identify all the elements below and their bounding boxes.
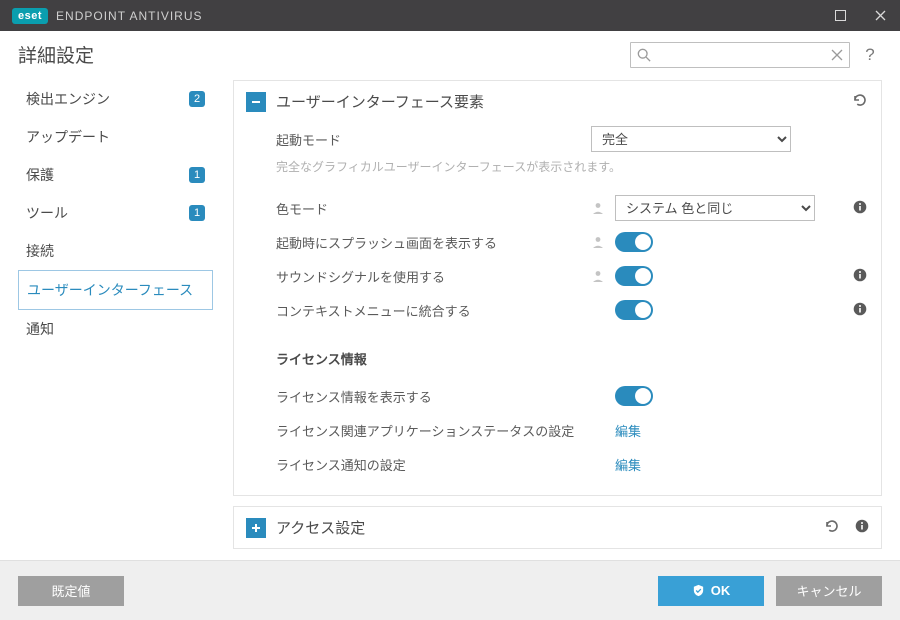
row-label: ライセンス通知の設定 (276, 455, 591, 474)
section-license-heading: ライセンス情報 (276, 349, 869, 379)
sidebar-item-label: 検出エンジン (26, 89, 183, 109)
sidebar-item-connection[interactable]: 接続 (18, 232, 213, 270)
sidebar-item-tools[interactable]: ツール 1 (18, 194, 213, 232)
defaults-button[interactable]: 既定値 (18, 576, 124, 606)
panel-header: アクセス設定 (234, 507, 881, 548)
context-toggle[interactable] (615, 300, 653, 320)
start-mode-hint: 完全なグラフィカルユーザーインターフェースが表示されます。 (276, 158, 869, 175)
ok-button[interactable]: OK (658, 576, 764, 606)
row-start-mode: 起動モード 完全 (276, 122, 869, 156)
row-license-show: ライセンス情報を表示する (276, 379, 869, 413)
sidebar-item-detection-engine[interactable]: 検出エンジン 2 (18, 80, 213, 118)
main-content: ユーザーインターフェース要素 起動モード 完全 (213, 74, 882, 560)
undo-icon (823, 517, 841, 535)
info-button[interactable] (853, 268, 867, 285)
search-icon (637, 48, 651, 62)
close-icon (875, 10, 886, 21)
panel-title: ユーザーインターフェース要素 (276, 91, 851, 112)
info-icon (853, 268, 867, 282)
panel-access-settings: アクセス設定 (233, 506, 882, 549)
cancel-button[interactable]: キャンセル (776, 576, 882, 606)
plus-icon (251, 523, 261, 533)
expand-toggle[interactable] (246, 518, 266, 538)
window-close-button[interactable] (860, 0, 900, 31)
row-label: サウンドシグナルを使用する (276, 267, 591, 286)
row-color-mode: 色モード システム 色と同じ (276, 191, 869, 225)
sidebar-item-label: 接続 (26, 241, 205, 261)
license-show-toggle[interactable] (615, 386, 653, 406)
info-icon (855, 519, 869, 533)
square-icon (835, 10, 846, 21)
info-button[interactable] (853, 200, 867, 217)
person-icon (591, 201, 605, 215)
row-sound: サウンドシグナルを使用する (276, 259, 869, 293)
undo-button[interactable] (823, 517, 841, 538)
brand-badge: eset (12, 8, 48, 24)
info-button[interactable] (853, 302, 867, 319)
splash-toggle[interactable] (615, 232, 653, 252)
ok-label: OK (711, 583, 731, 598)
person-icon (591, 269, 605, 283)
sound-toggle[interactable] (615, 266, 653, 286)
shield-icon (692, 584, 705, 597)
policy-icon (591, 269, 605, 283)
window-maximize-button[interactable] (820, 0, 860, 31)
footer: 既定値 OK キャンセル (0, 560, 900, 620)
search-box[interactable] (630, 42, 850, 68)
panel-header: ユーザーインターフェース要素 (234, 81, 881, 116)
sidebar-badge: 1 (189, 167, 205, 183)
row-label: 起動モード (276, 130, 591, 149)
row-label: ライセンス関連アプリケーションステータスの設定 (276, 421, 591, 440)
panel-title: アクセス設定 (276, 517, 823, 538)
row-license-app-status: ライセンス関連アプリケーションステータスの設定 編集 (276, 413, 869, 447)
sidebar-badge: 1 (189, 205, 205, 221)
sidebar-item-label: 通知 (26, 319, 205, 339)
row-context-menu: コンテキストメニューに統合する (276, 293, 869, 327)
sidebar-item-update[interactable]: アップデート (18, 118, 213, 156)
edit-link[interactable]: 編集 (615, 455, 641, 474)
row-splash: 起動時にスプラッシュ画面を表示する (276, 225, 869, 259)
panel-body: 起動モード 完全 完全なグラフィカルユーザーインターフェースが表示されます。 色… (234, 116, 881, 495)
row-label: コンテキストメニューに統合する (276, 301, 591, 320)
sidebar-item-user-interface[interactable]: ユーザーインターフェース (18, 270, 213, 310)
person-icon (591, 235, 605, 249)
info-icon (853, 200, 867, 214)
undo-button[interactable] (851, 91, 869, 112)
sidebar-item-label: アップデート (26, 127, 205, 147)
undo-icon (851, 91, 869, 109)
start-mode-select[interactable]: 完全 (591, 126, 791, 152)
color-mode-select[interactable]: システム 色と同じ (615, 195, 815, 221)
help-button[interactable]: ? (858, 45, 882, 65)
info-button[interactable] (855, 519, 869, 536)
sidebar-item-label: ツール (26, 203, 183, 223)
minus-icon (251, 97, 261, 107)
row-label: 色モード (276, 199, 591, 218)
sidebar-item-notification[interactable]: 通知 (18, 310, 213, 348)
row-license-notification: ライセンス通知の設定 編集 (276, 447, 869, 481)
collapse-toggle[interactable] (246, 92, 266, 112)
edit-link[interactable]: 編集 (615, 421, 641, 440)
search-input[interactable] (651, 46, 831, 63)
sidebar-item-protection[interactable]: 保護 1 (18, 156, 213, 194)
header: 詳細設定 ? (0, 31, 900, 74)
panel-ui-elements: ユーザーインターフェース要素 起動モード 完全 (233, 80, 882, 496)
sidebar-badge: 2 (189, 91, 205, 107)
info-icon (853, 302, 867, 316)
page-title: 詳細設定 (18, 41, 630, 68)
row-label: 起動時にスプラッシュ画面を表示する (276, 233, 591, 252)
brand-text: ENDPOINT ANTIVIRUS (56, 9, 202, 23)
policy-icon (591, 235, 605, 249)
policy-icon (591, 201, 605, 215)
sidebar-item-label: 保護 (26, 165, 183, 185)
row-label: ライセンス情報を表示する (276, 387, 591, 406)
clear-icon[interactable] (831, 49, 843, 61)
titlebar: eset ENDPOINT ANTIVIRUS (0, 0, 900, 31)
sidebar: 検出エンジン 2 アップデート 保護 1 ツール 1 接続 ユーザーインターフェ… (18, 74, 213, 560)
sidebar-item-label: ユーザーインターフェース (27, 280, 204, 300)
